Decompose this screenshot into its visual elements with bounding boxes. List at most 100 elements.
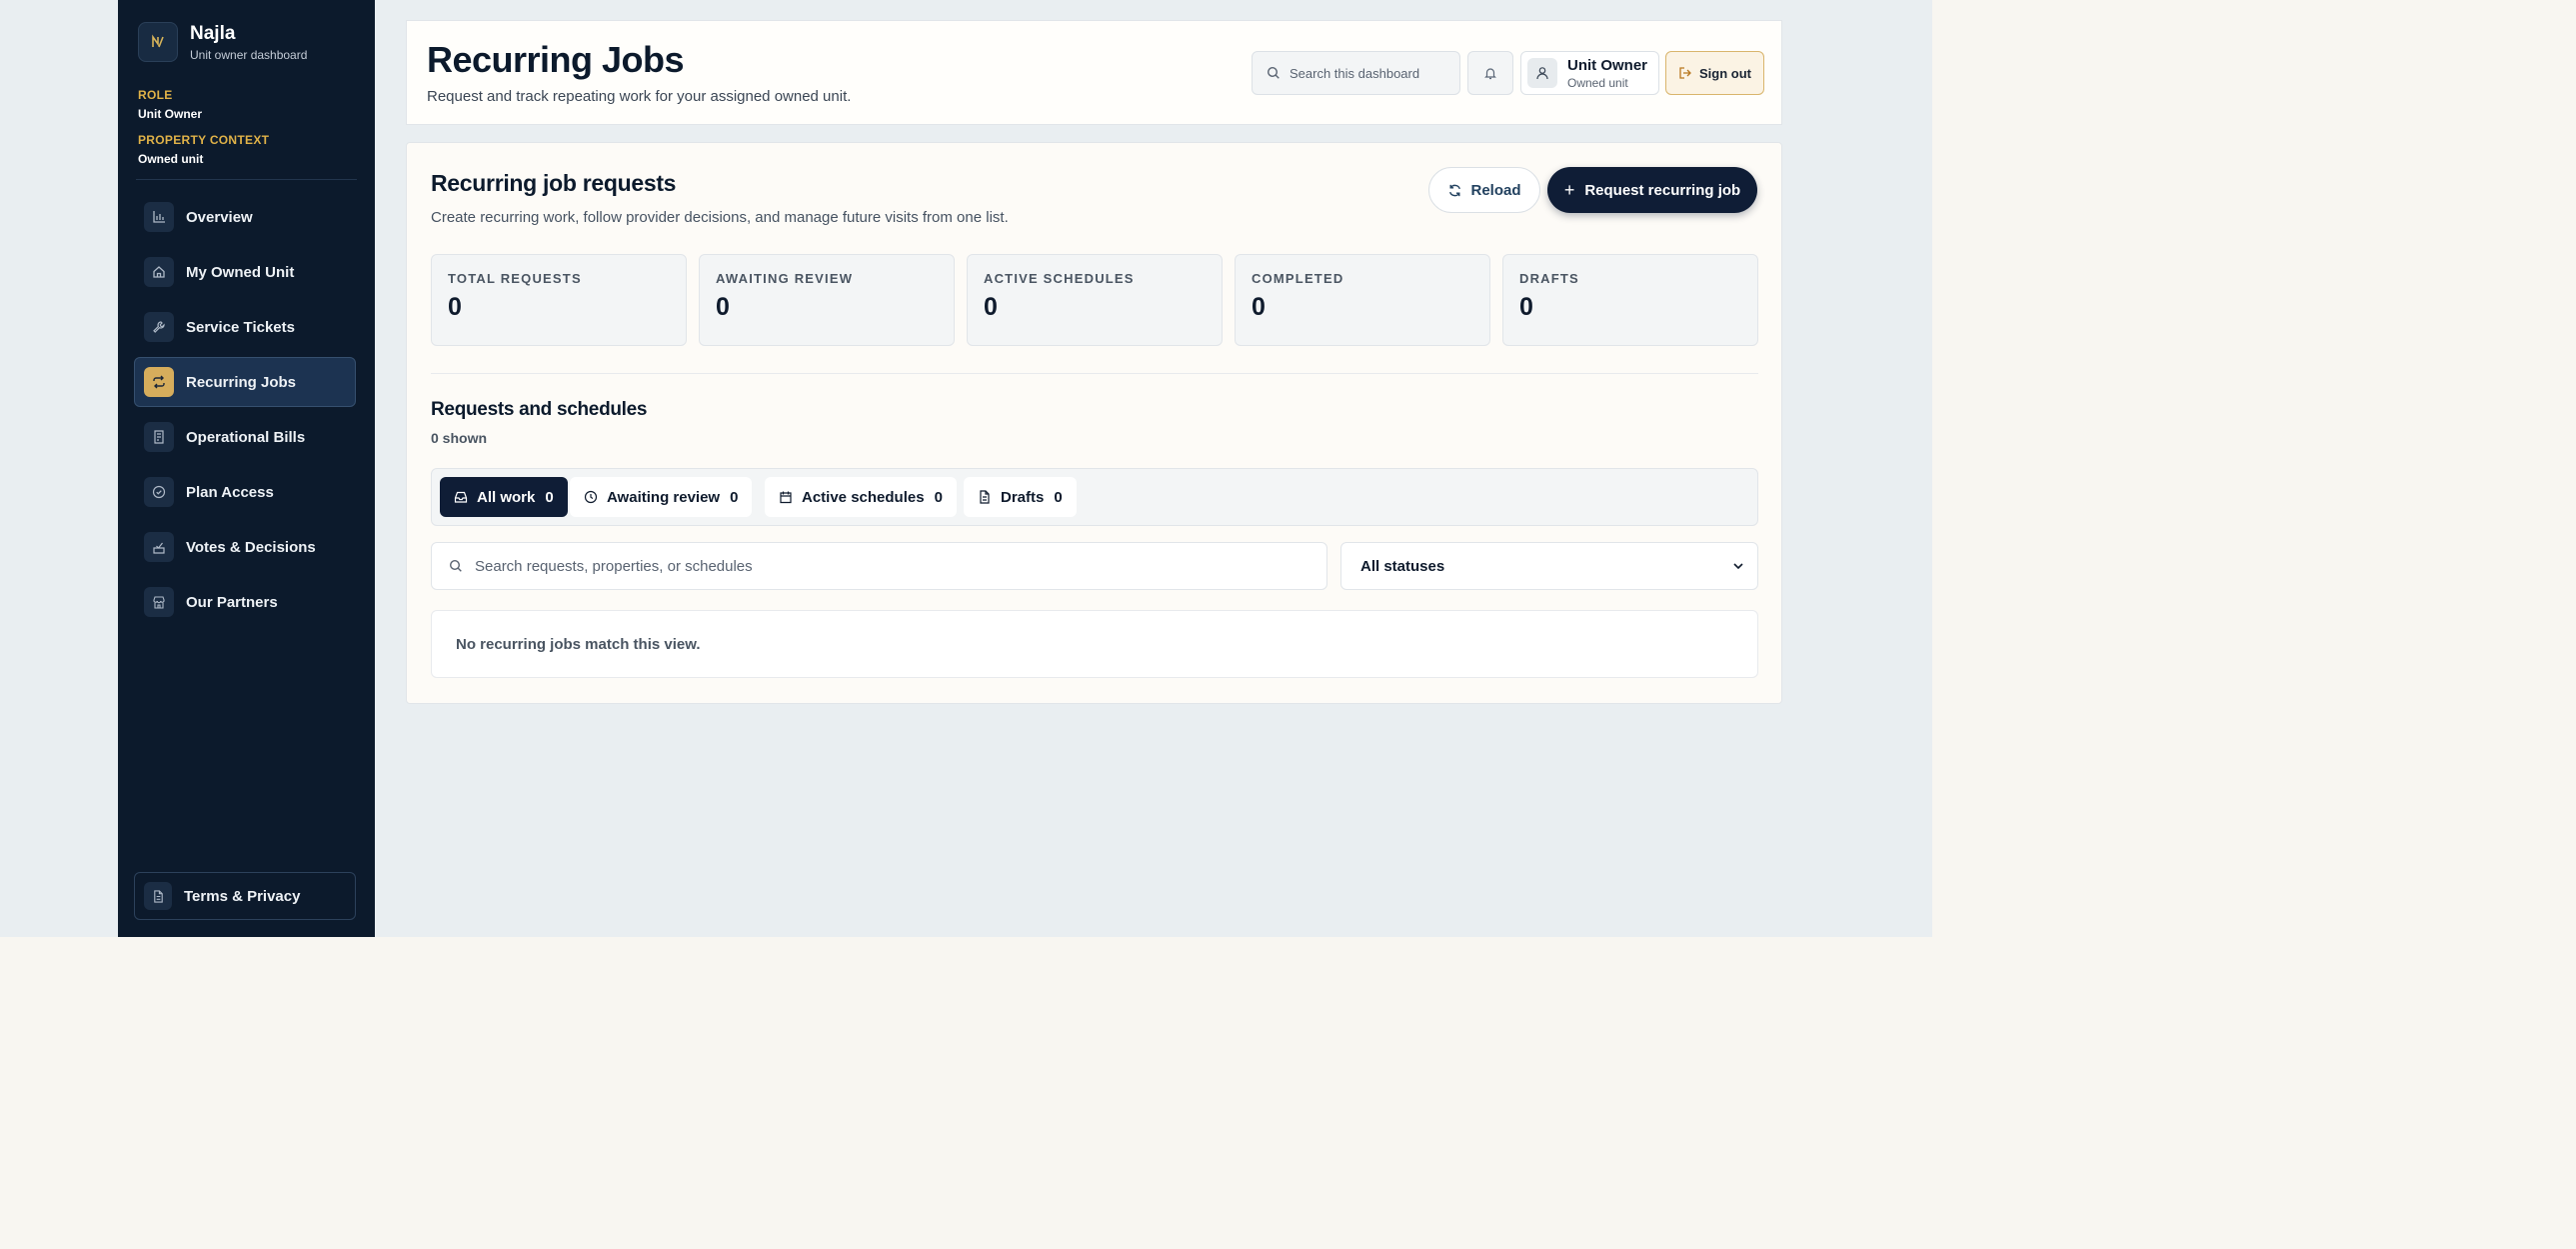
vote-icon bbox=[144, 532, 174, 562]
sidebar-item-overview[interactable]: Overview bbox=[134, 192, 356, 242]
property-context-value: Owned unit bbox=[138, 152, 204, 166]
tab-count: 0 bbox=[545, 488, 554, 506]
stat-label: COMPLETED bbox=[1252, 271, 1344, 286]
role-label: ROLE bbox=[138, 88, 173, 102]
sidebar-item-label: Votes & Decisions bbox=[186, 538, 316, 556]
clock-icon bbox=[584, 490, 598, 504]
user-name: Unit Owner bbox=[1567, 56, 1648, 74]
document-icon bbox=[144, 882, 172, 910]
sidebar-item-plan-access[interactable]: Plan Access bbox=[134, 467, 356, 517]
section-divider bbox=[431, 373, 1758, 374]
stat-card-completed: COMPLETED 0 bbox=[1235, 254, 1490, 346]
tab-all-work[interactable]: All work 0 bbox=[440, 477, 568, 517]
terms-privacy-label: Terms & Privacy bbox=[184, 887, 301, 905]
chevron-down-icon bbox=[1733, 563, 1743, 570]
sidebar-item-votes-decisions[interactable]: Votes & Decisions bbox=[134, 522, 356, 572]
brand[interactable]: Najla Unit owner dashboard bbox=[138, 22, 307, 62]
panel-subtitle: Create recurring work, follow provider d… bbox=[431, 209, 1009, 226]
sidebar-item-our-partners[interactable]: Our Partners bbox=[134, 577, 356, 627]
stat-card-awaiting-review: AWAITING REVIEW 0 bbox=[699, 254, 955, 346]
tab-label: All work bbox=[477, 488, 536, 506]
dashboard-search-input[interactable]: Search this dashboard bbox=[1252, 51, 1460, 95]
tab-drafts[interactable]: Drafts 0 bbox=[964, 477, 1077, 517]
stat-value: 0 bbox=[716, 293, 730, 321]
terms-privacy-link[interactable]: Terms & Privacy bbox=[134, 872, 356, 920]
user-role: Owned unit bbox=[1567, 75, 1628, 90]
sidebar-divider bbox=[136, 179, 357, 180]
page-header: Recurring Jobs Request and track repeati… bbox=[406, 20, 1782, 125]
stat-label: TOTAL REQUESTS bbox=[448, 271, 582, 286]
brand-logo-icon bbox=[138, 22, 178, 62]
request-recurring-job-label: Request recurring job bbox=[1584, 181, 1741, 199]
bell-icon bbox=[1484, 68, 1496, 80]
role-value: Unit Owner bbox=[138, 107, 203, 121]
repeat-icon bbox=[144, 367, 174, 397]
check-circle-icon bbox=[144, 477, 174, 507]
search-icon bbox=[449, 559, 462, 572]
filter-tabs: All work 0 Awaiting review 0 Active sche… bbox=[431, 468, 1758, 526]
wrench-icon bbox=[144, 312, 174, 342]
tab-label: Drafts bbox=[1001, 488, 1045, 506]
tab-awaiting-review[interactable]: Awaiting review 0 bbox=[570, 477, 753, 517]
home-icon bbox=[144, 257, 174, 287]
context-info: ROLE Unit Owner PROPERTY CONTEXT Owned u… bbox=[138, 88, 358, 178]
stat-value: 0 bbox=[1252, 293, 1266, 321]
sidebar-item-operational-bills[interactable]: Operational Bills bbox=[134, 412, 356, 462]
tab-count: 0 bbox=[730, 488, 739, 506]
plus-icon: + bbox=[1563, 179, 1575, 200]
calendar-icon bbox=[780, 491, 792, 504]
sidebar-item-label: Overview bbox=[186, 208, 253, 226]
recurring-jobs-panel: Recurring job requests Create recurring … bbox=[406, 142, 1782, 704]
page-title: Recurring Jobs bbox=[427, 39, 685, 80]
property-context-label: PROPERTY CONTEXT bbox=[138, 133, 270, 147]
chart-icon bbox=[144, 202, 174, 232]
brand-name: Najla bbox=[190, 22, 236, 44]
user-menu[interactable]: Unit Owner Owned unit bbox=[1520, 51, 1659, 95]
sidebar-item-my-owned-unit[interactable]: My Owned Unit bbox=[134, 247, 356, 297]
sign-out-label: Sign out bbox=[1699, 65, 1751, 81]
stat-label: DRAFTS bbox=[1519, 271, 1579, 286]
sidebar-nav: Overview My Owned Unit Service Tickets R… bbox=[134, 192, 356, 632]
list-search-placeholder: Search requests, properties, or schedule… bbox=[475, 557, 753, 575]
status-filter-value: All statuses bbox=[1360, 557, 1445, 575]
notifications-button[interactable] bbox=[1467, 51, 1513, 95]
request-recurring-job-button[interactable]: + Request recurring job bbox=[1547, 167, 1757, 213]
reload-label: Reload bbox=[1470, 181, 1521, 199]
panel-title: Recurring job requests bbox=[431, 170, 677, 196]
sidebar-item-service-tickets[interactable]: Service Tickets bbox=[134, 302, 356, 352]
tab-label: Awaiting review bbox=[607, 488, 721, 506]
stat-value: 0 bbox=[984, 293, 998, 321]
stat-card-total-requests: TOTAL REQUESTS 0 bbox=[431, 254, 687, 346]
stat-value: 0 bbox=[1519, 293, 1533, 321]
search-icon bbox=[1267, 66, 1280, 79]
user-icon bbox=[1527, 58, 1557, 88]
receipt-icon bbox=[144, 422, 174, 452]
tab-count: 0 bbox=[934, 488, 943, 506]
tab-count: 0 bbox=[1054, 488, 1063, 506]
reload-button[interactable]: Reload bbox=[1428, 167, 1540, 213]
tab-label: Active schedules bbox=[802, 488, 925, 506]
document-icon bbox=[980, 490, 990, 504]
sidebar: Najla Unit owner dashboard ROLE Unit Own… bbox=[118, 0, 375, 937]
refresh-icon bbox=[1449, 184, 1461, 196]
list-search-input[interactable]: Search requests, properties, or schedule… bbox=[431, 542, 1327, 590]
empty-state-text: No recurring jobs match this view. bbox=[456, 635, 701, 653]
tab-active-schedules[interactable]: Active schedules 0 bbox=[765, 477, 957, 517]
sidebar-item-label: My Owned Unit bbox=[186, 263, 295, 281]
sign-out-button[interactable]: Sign out bbox=[1665, 51, 1764, 95]
stat-label: AWAITING REVIEW bbox=[716, 271, 854, 286]
stat-value: 0 bbox=[448, 293, 462, 321]
stat-card-active-schedules: ACTIVE SCHEDULES 0 bbox=[967, 254, 1223, 346]
stats-row: TOTAL REQUESTS 0 AWAITING REVIEW 0 ACTIV… bbox=[431, 254, 1758, 346]
dashboard-search-placeholder: Search this dashboard bbox=[1289, 65, 1420, 81]
sidebar-item-label: Our Partners bbox=[186, 593, 278, 611]
stat-label: ACTIVE SCHEDULES bbox=[984, 271, 1135, 286]
sidebar-item-recurring-jobs[interactable]: Recurring Jobs bbox=[134, 357, 356, 407]
results-count: 0 shown bbox=[431, 430, 488, 446]
brand-subtitle: Unit owner dashboard bbox=[190, 47, 308, 62]
status-filter-select[interactable]: All statuses bbox=[1340, 542, 1758, 590]
sidebar-item-label: Plan Access bbox=[186, 483, 274, 501]
store-icon bbox=[144, 587, 174, 617]
section-title: Requests and schedules bbox=[431, 399, 648, 420]
page-subtitle: Request and track repeating work for you… bbox=[427, 88, 852, 105]
